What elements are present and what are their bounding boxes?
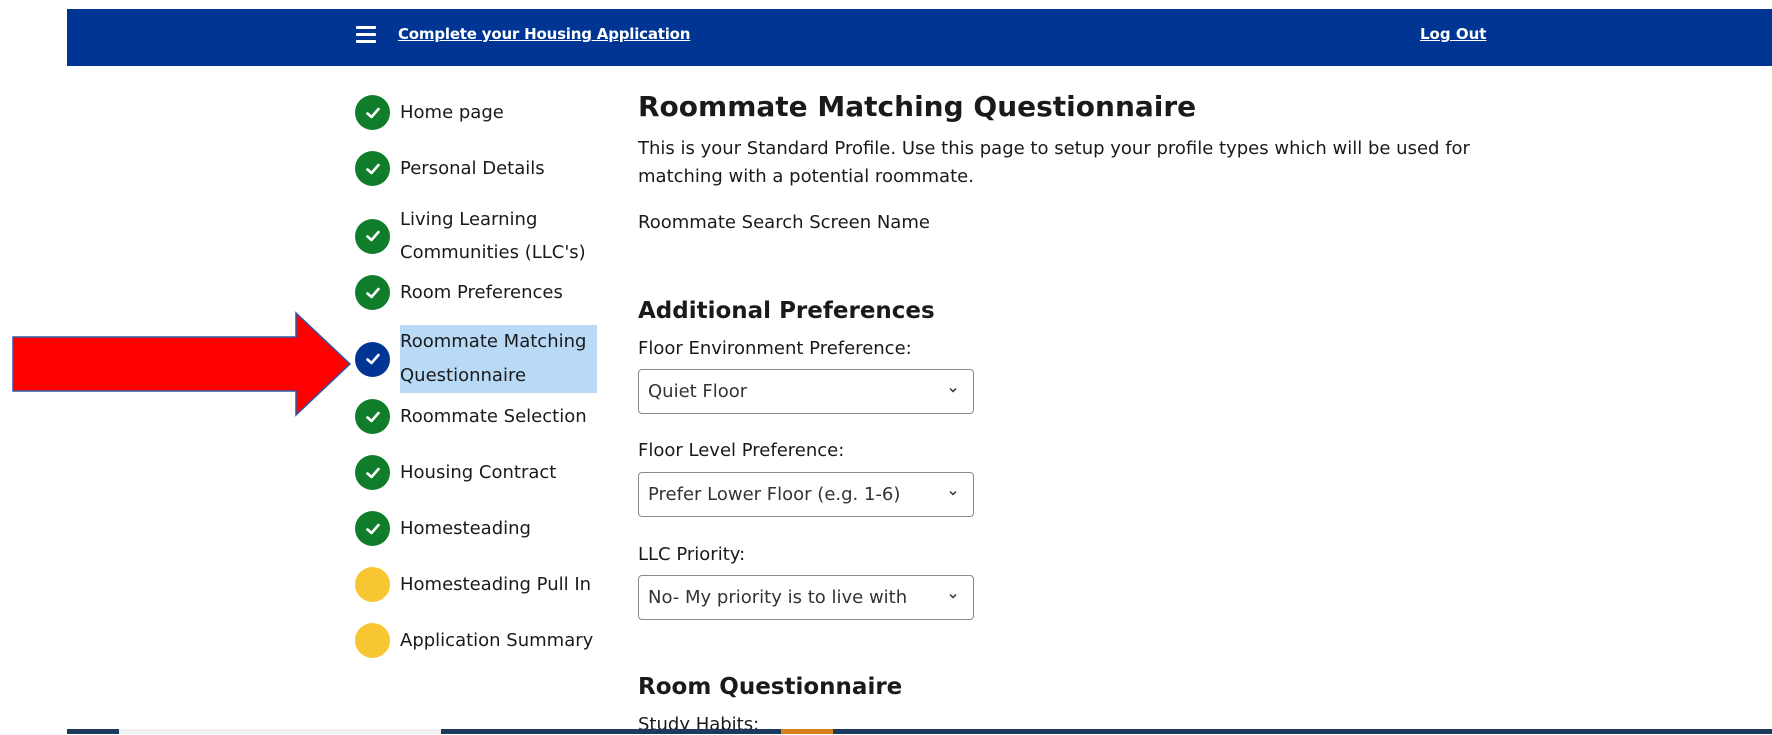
floor-environment-select[interactable]: Quiet Floor [638,369,974,414]
floor-environment-label: Floor Environment Preference: [638,338,912,359]
top-navigation-bar: Complete your Housing Application Log Ou… [67,9,1772,66]
screen-name-label: Roommate Search Screen Name [638,212,930,233]
taskbar-segment [119,729,441,734]
step-label: Roommate Selection [400,405,587,427]
step-label: Homesteading Pull In [400,573,592,595]
check-icon [355,151,390,186]
step-label: Home page [400,101,504,123]
step-label: Housing Contract [400,461,557,483]
check-icon [355,275,390,310]
chevron-down-icon [949,387,957,393]
step-housing-contract[interactable]: Housing Contract [355,455,605,490]
check-icon [355,218,390,254]
check-icon [355,95,390,130]
page-intro-text: This is your Standard Profile. Use this … [638,138,1470,187]
step-roommate-selection[interactable]: Roommate Selection [355,399,605,434]
check-icon [355,511,390,546]
step-label: Homesteading [400,517,531,539]
red-arrow-annotation [12,311,352,417]
llc-priority-value: No- My priority is to live with [648,587,908,608]
floor-level-select[interactable]: Prefer Lower Floor (e.g. 1-6) [638,472,974,517]
bottom-taskbar-strip [67,729,1772,734]
logout-link[interactable]: Log Out [1420,25,1486,43]
check-icon [355,341,390,377]
menu-icon[interactable] [356,26,376,44]
step-living-learning-communities[interactable]: Living Learning Communities (LLC's) [355,203,605,269]
chevron-down-icon [949,490,957,496]
step-room-preferences[interactable]: Room Preferences [355,275,605,310]
step-application-summary[interactable]: Application Summary [355,623,605,658]
check-icon [355,455,390,490]
step-label: Roommate Matching Questionnaire [400,325,597,393]
page-title: Roommate Matching Questionnaire [638,90,1197,123]
pending-status-icon [355,567,390,602]
pending-status-icon [355,623,390,658]
taskbar-segment [781,729,833,734]
step-roommate-matching-questionnaire[interactable]: Roommate Matching Questionnaire [355,325,605,393]
step-homesteading-pull-in[interactable]: Homesteading Pull In [355,567,605,602]
step-label: Living Learning Communities (LLC's) [400,209,586,263]
check-icon [355,399,390,434]
floor-environment-value: Quiet Floor [648,381,748,402]
step-label: Application Summary [400,629,594,651]
application-title-link[interactable]: Complete your Housing Application [398,25,690,43]
step-label: Personal Details [400,157,545,179]
chevron-down-icon [949,593,957,599]
additional-preferences-heading: Additional Preferences [638,298,935,324]
step-personal-details[interactable]: Personal Details [355,151,605,186]
llc-priority-label: LLC Priority: [638,544,746,565]
step-home-page[interactable]: Home page [355,95,605,130]
step-homesteading[interactable]: Homesteading [355,511,605,546]
llc-priority-select[interactable]: No- My priority is to live with [638,575,974,620]
floor-level-value: Prefer Lower Floor (e.g. 1-6) [648,484,901,505]
header-stub-text: IS [378,0,391,10]
floor-level-label: Floor Level Preference: [638,440,845,461]
step-label: Room Preferences [400,281,563,303]
room-questionnaire-heading: Room Questionnaire [638,674,903,700]
